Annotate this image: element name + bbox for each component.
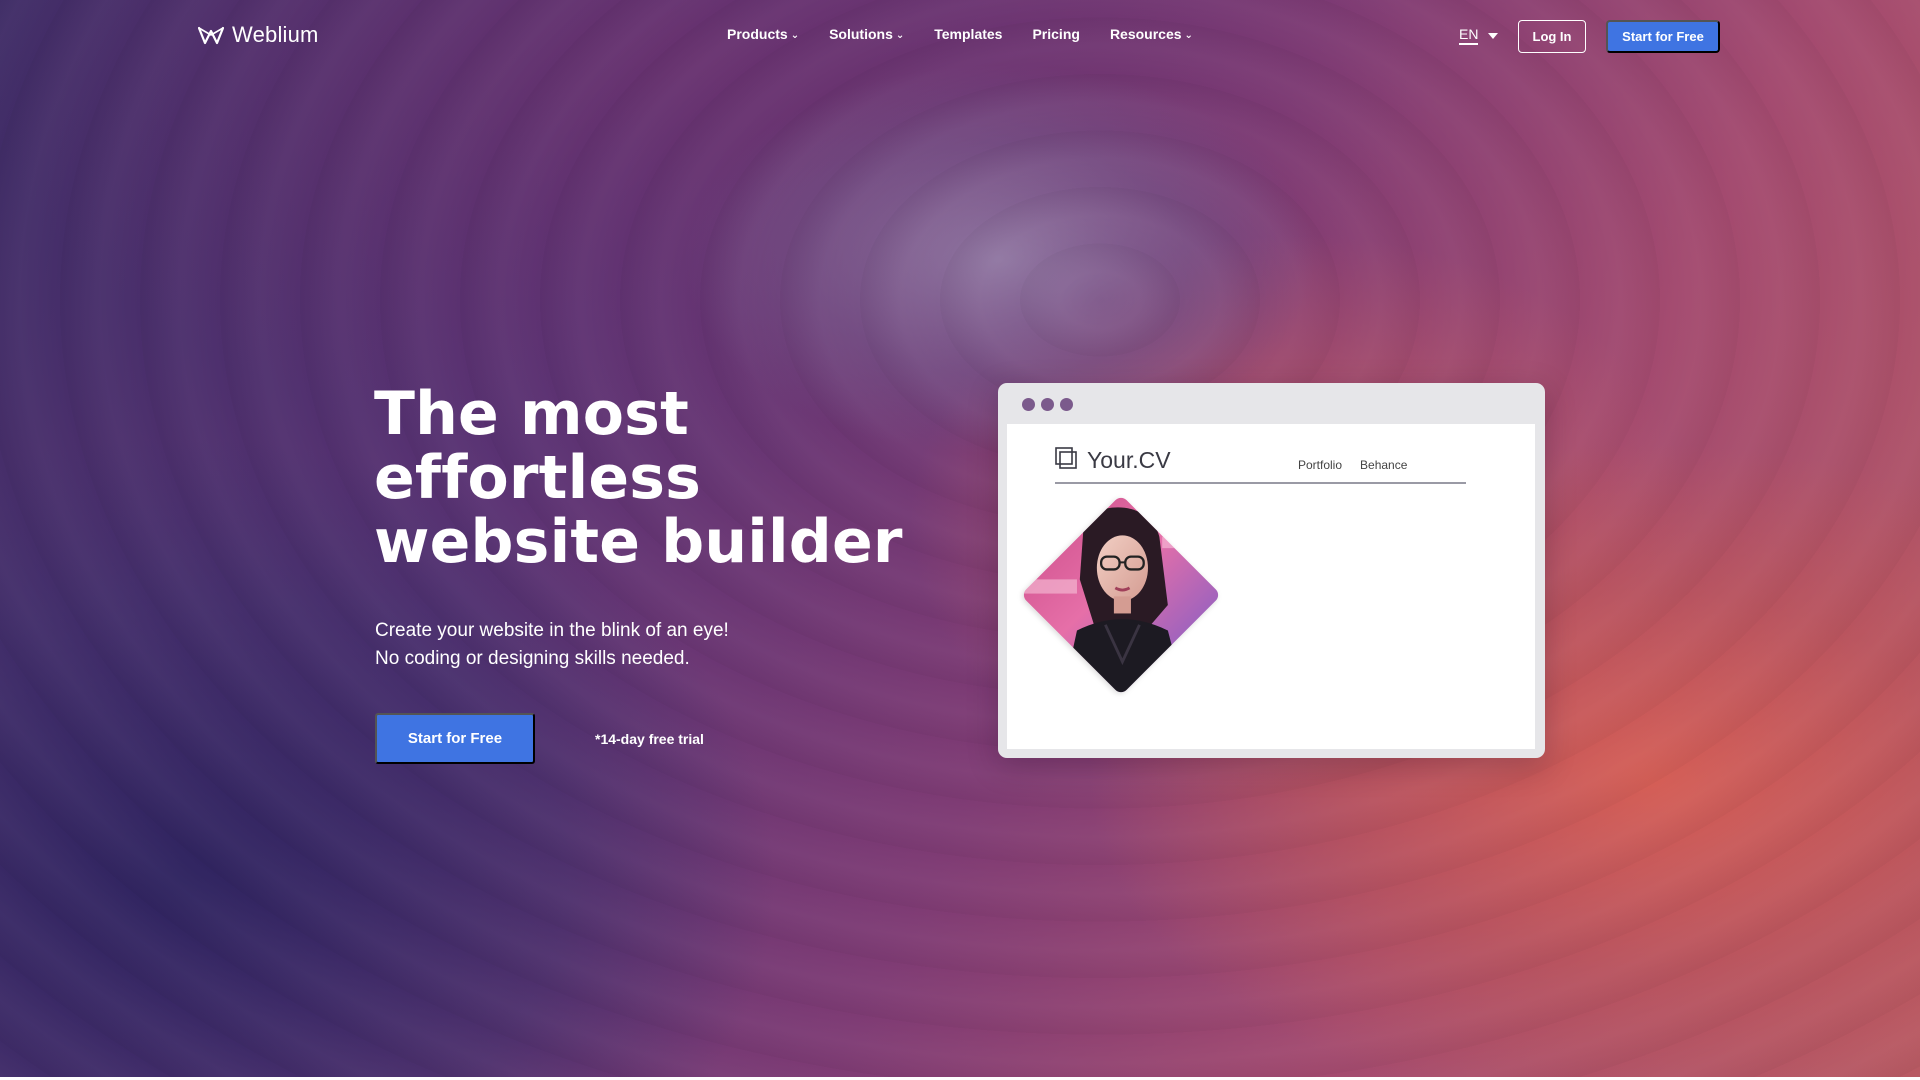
window-dot: [1022, 398, 1035, 411]
hero-title-line: effortless: [374, 443, 702, 513]
mockup-page: Your.CV Portfolio Behance: [1007, 424, 1535, 749]
chevron-down-icon: ⌄: [790, 29, 800, 41]
cv-nav: Portfolio Behance: [1298, 458, 1407, 472]
window-dot: [1041, 398, 1054, 411]
login-button[interactable]: Log In: [1518, 20, 1586, 53]
brand-logo[interactable]: Weblium: [198, 22, 319, 48]
main-nav: Products ⌄ Solutions ⌄ Templates Pricing…: [727, 26, 1193, 42]
nav-item-label: Products: [727, 26, 788, 42]
hero-subtitle-line: No coding or designing skills needed.: [375, 648, 690, 669]
language-selector[interactable]: EN: [1459, 26, 1499, 45]
site-header: Weblium Products ⌄ Solutions ⌄ Templates…: [0, 0, 1920, 72]
hero-title: The most effortless website builder: [374, 379, 903, 577]
cv-link-portfolio: Portfolio: [1298, 458, 1343, 472]
nav-item-label: Pricing: [1032, 26, 1080, 42]
nav-item-products[interactable]: Products ⌄: [727, 26, 799, 42]
language-code: EN: [1459, 26, 1479, 45]
weblium-logo-icon: [198, 25, 224, 45]
nav-item-pricing[interactable]: Pricing: [1032, 26, 1079, 42]
browser-mockup: Your.CV Portfolio Behance: [998, 383, 1545, 758]
chevron-down-icon: ⌄: [895, 29, 905, 41]
trial-note: *14-day free trial: [595, 731, 704, 747]
nav-item-templates[interactable]: Templates: [934, 26, 1002, 42]
chevron-down-icon: ⌄: [1184, 29, 1193, 41]
hero-start-button[interactable]: Start for Free: [375, 713, 535, 764]
hero-title-line: website builder: [374, 507, 903, 577]
caret-down-icon: [1488, 32, 1499, 39]
cv-link-behance: Behance: [1360, 458, 1408, 472]
hero-title-line: The most: [374, 379, 689, 449]
nav-item-label: Solutions: [829, 26, 893, 42]
window-dots: [1022, 398, 1073, 411]
cv-logo: Your.CV: [1055, 447, 1171, 474]
nav-item-solutions[interactable]: Solutions ⌄: [829, 26, 904, 42]
cv-site-name: Your.CV: [1087, 447, 1171, 473]
hero-background: [0, 0, 1920, 1077]
brand-name: Weblium: [232, 22, 319, 47]
square-frame-icon: [1055, 447, 1077, 474]
window-dot: [1060, 398, 1073, 411]
hero-subtitle-line: Create your website in the blink of an e…: [375, 620, 729, 641]
nav-item-resources[interactable]: Resources ⌄: [1110, 26, 1193, 42]
header-start-button[interactable]: Start for Free: [1606, 20, 1720, 53]
profile-photo: [1020, 494, 1222, 696]
cv-divider: [1055, 482, 1466, 484]
hero-subtitle: Create your website in the blink of an e…: [375, 617, 729, 673]
nav-item-label: Resources: [1109, 26, 1182, 42]
nav-item-label: Templates: [934, 26, 1003, 42]
